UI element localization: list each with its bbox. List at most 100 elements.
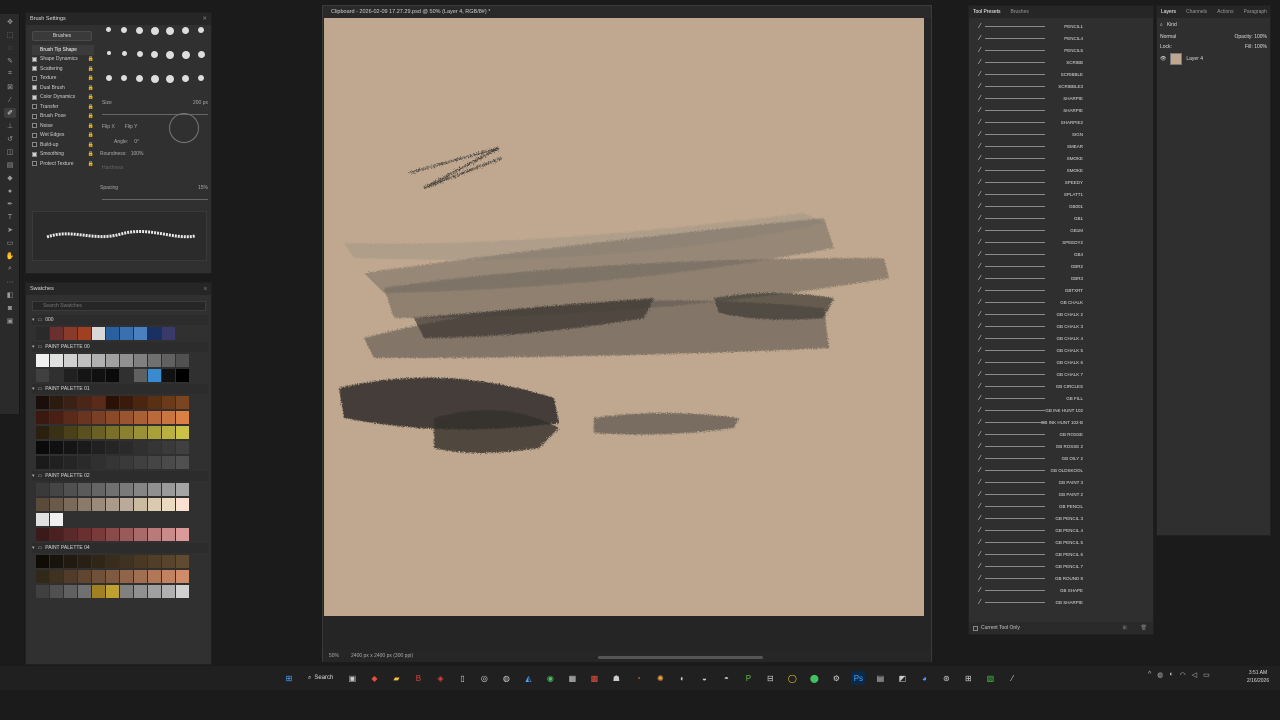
close-icon[interactable]: ✕ [202, 16, 207, 22]
blur-tool-icon[interactable]: ◆ [4, 173, 16, 183]
color-swatch[interactable] [64, 570, 77, 583]
color-swatch[interactable] [176, 354, 189, 367]
color-swatch[interactable] [120, 483, 133, 496]
lock-icon[interactable]: 🔒 [88, 75, 94, 81]
lock-icon[interactable]: 🔒 [88, 113, 94, 119]
color-swatch[interactable] [92, 483, 105, 496]
color-swatches-icon[interactable]: ◧ [4, 290, 16, 300]
color-swatch[interactable] [36, 528, 49, 541]
roundness-value[interactable]: 100% [131, 151, 144, 157]
swatch-folder[interactable]: ▾ ▭ PAINT PALETTE 04 [32, 543, 208, 553]
color-swatch[interactable] [50, 354, 63, 367]
color-swatch[interactable] [176, 441, 189, 454]
frame-tool-icon[interactable]: ⊠ [4, 82, 16, 92]
tab-brushes[interactable]: Brushes [1011, 9, 1029, 15]
brush-option-row[interactable]: Dual Brush 🔒 [32, 83, 94, 93]
lock-icon[interactable]: 🔒 [88, 94, 94, 100]
color-swatch[interactable] [162, 528, 175, 541]
tool-preset-item[interactable]: ⁄ SCRIBBLE [971, 68, 1153, 80]
tool-preset-item[interactable]: ⁄ GB PENCIL 3 [971, 512, 1153, 524]
color-swatch[interactable] [176, 528, 189, 541]
color-swatch[interactable] [36, 456, 49, 469]
color-swatch[interactable] [162, 555, 175, 568]
color-swatch[interactable] [36, 369, 49, 382]
color-swatch[interactable] [78, 585, 91, 598]
brush-option-row[interactable]: Transfer 🔒 [32, 102, 94, 112]
color-swatch[interactable] [162, 354, 175, 367]
opacity-value[interactable]: 100% [1254, 34, 1267, 40]
app-icon-b[interactable]: B [411, 671, 425, 685]
chevron-down-icon[interactable]: ▾ [32, 545, 35, 551]
tab-paragraph[interactable]: Paragraph [1244, 9, 1267, 15]
brush-tip-grid[interactable] [102, 27, 208, 97]
lock-icon[interactable]: 🔒 [88, 66, 94, 72]
lasso-tool-icon[interactable]: ◌ [4, 43, 16, 53]
color-swatch[interactable] [36, 498, 49, 511]
tool-preset-item[interactable]: ⁄ GB CHALK 3 [971, 320, 1153, 332]
angle-value[interactable]: 0° [134, 139, 139, 145]
battery-icon[interactable]: ▭ [1203, 671, 1210, 679]
color-swatch[interactable] [36, 327, 49, 340]
color-swatch[interactable] [176, 426, 189, 439]
brush-option-row[interactable]: Shape Dynamics 🔒 [32, 55, 94, 65]
brushes-button[interactable]: Brushes [32, 31, 92, 41]
color-swatch[interactable] [64, 327, 77, 340]
crop-tool-icon[interactable]: ⌗ [4, 69, 16, 79]
color-swatch[interactable] [36, 483, 49, 496]
brush-tip[interactable] [117, 51, 130, 73]
color-swatch[interactable] [106, 411, 119, 424]
color-swatch[interactable] [134, 555, 147, 568]
app-icon-7[interactable]: ☗ [609, 671, 623, 685]
brush-option-row[interactable]: Scattering 🔒 [32, 64, 94, 74]
color-swatch[interactable] [92, 555, 105, 568]
color-swatch[interactable] [162, 441, 175, 454]
color-swatch[interactable] [64, 426, 77, 439]
swatch-search-input[interactable]: Search Swatches [32, 301, 206, 311]
color-swatch[interactable] [176, 483, 189, 496]
app-icon-4[interactable]: ◭ [521, 671, 535, 685]
color-swatch[interactable] [162, 396, 175, 409]
brush-option-row[interactable]: Brush Pose 🔒 [32, 112, 94, 122]
tool-preset-item[interactable]: ⁄ GB PENCIL [971, 500, 1153, 512]
color-swatch[interactable] [78, 354, 91, 367]
kind-filter[interactable]: Kind [1167, 22, 1177, 28]
color-swatch[interactable] [36, 396, 49, 409]
color-swatch[interactable] [162, 570, 175, 583]
lock-icon[interactable]: 🔒 [88, 142, 94, 148]
brush-option-checkbox[interactable] [32, 94, 37, 100]
color-swatch[interactable] [176, 456, 189, 469]
color-swatch[interactable] [148, 498, 161, 511]
color-swatch[interactable] [78, 369, 91, 382]
chevron-up-icon[interactable]: ^ [1148, 671, 1151, 679]
tool-preset-item[interactable]: ⁄ GB PENCIL 7 [971, 560, 1153, 572]
history-brush-tool-icon[interactable]: ↺ [4, 134, 16, 144]
swatch-folder[interactable]: ▾ ▭ PAINT PALETTE 00 [32, 342, 208, 352]
screen-mode-icon[interactable]: ▣ [4, 316, 16, 326]
brush-option-row[interactable]: Protect Texture 🔒 [32, 159, 94, 169]
color-swatch[interactable] [50, 327, 63, 340]
app-icon-8[interactable]: ◔ [631, 671, 645, 685]
color-swatch[interactable] [148, 396, 161, 409]
lock-icon[interactable]: 🔒 [88, 85, 94, 91]
zoom-tool-icon[interactable]: ⌕ [4, 264, 16, 274]
color-swatch[interactable] [176, 396, 189, 409]
color-swatch[interactable] [50, 369, 63, 382]
tool-preset-item[interactable]: ⁄ GBR2 [971, 260, 1153, 272]
brush-tip[interactable] [164, 51, 177, 73]
app-icon-22[interactable]: ⊞ [961, 671, 975, 685]
color-swatch[interactable] [176, 555, 189, 568]
color-swatch[interactable] [162, 369, 175, 382]
tool-preset-item[interactable]: ⁄ GB4 [971, 248, 1153, 260]
color-swatch[interactable] [176, 411, 189, 424]
visibility-eye-icon[interactable]: 👁 [1160, 56, 1166, 62]
tool-preset-item[interactable]: ⁄ SHARPIE [971, 104, 1153, 116]
tool-preset-item[interactable]: ⁄ SMEAR [971, 140, 1153, 152]
brush-option-checkbox[interactable] [32, 85, 37, 91]
lock-icon[interactable]: 🔒 [88, 161, 94, 167]
type-tool-icon[interactable]: T [4, 212, 16, 222]
color-swatch[interactable] [92, 498, 105, 511]
brush-option-checkbox[interactable] [32, 123, 37, 129]
brush-tip[interactable] [102, 27, 115, 49]
brush-tip[interactable] [102, 75, 115, 97]
color-swatch[interactable] [50, 570, 63, 583]
